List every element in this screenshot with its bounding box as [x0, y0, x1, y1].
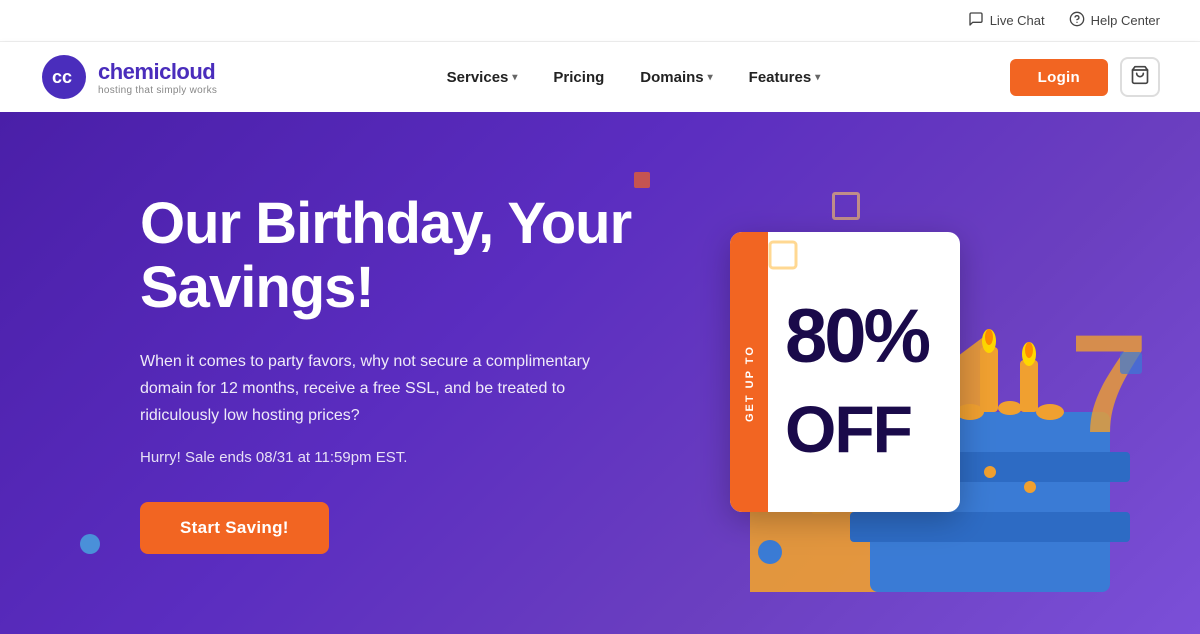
birthday-illustration: 7 GET UP T — [610, 112, 1190, 634]
svg-text:80%: 80% — [785, 294, 930, 379]
logo-tagline: hosting that simply works — [98, 85, 217, 96]
hero-section: Our Birthday, Your Savings! When it come… — [0, 112, 1200, 634]
hero-illustration: 7 GET UP T — [600, 112, 1200, 634]
hero-content: Our Birthday, Your Savings! When it come… — [140, 192, 660, 554]
logo-text: chemicloud hosting that simply works — [98, 59, 217, 96]
deco-circle-1 — [80, 534, 100, 554]
logo-name: chemicloud — [98, 59, 217, 85]
live-chat-label: Live Chat — [990, 13, 1045, 28]
services-chevron-icon: ▾ — [512, 72, 517, 83]
help-center-label: Help Center — [1091, 13, 1160, 28]
nav-features[interactable]: Features ▾ — [735, 61, 835, 94]
features-label: Features — [749, 69, 812, 86]
start-saving-button[interactable]: Start Saving! — [140, 502, 329, 554]
live-chat-link[interactable]: Live Chat — [968, 11, 1045, 30]
cart-button[interactable] — [1120, 57, 1160, 97]
hero-description: When it comes to party favors, why not s… — [140, 348, 600, 430]
nav-pricing[interactable]: Pricing — [539, 61, 618, 94]
logo-icon: cc — [40, 53, 88, 101]
nav-domains[interactable]: Domains ▾ — [626, 61, 726, 94]
svg-text:7: 7 — [1070, 305, 1148, 462]
features-chevron-icon: ▾ — [815, 72, 820, 83]
svg-text:cc: cc — [52, 67, 72, 87]
chat-icon — [968, 11, 984, 30]
domains-label: Domains — [640, 69, 703, 86]
hero-title: Our Birthday, Your Savings! — [140, 192, 660, 320]
help-icon — [1069, 11, 1085, 30]
nav-actions: Login — [1010, 57, 1160, 97]
nav-services[interactable]: Services ▾ — [433, 61, 532, 94]
logo[interactable]: cc chemicloud hosting that simply works — [40, 53, 217, 101]
hero-urgency: Hurry! Sale ends 08/31 at 11:59pm EST. — [140, 449, 660, 466]
domains-chevron-icon: ▾ — [708, 72, 713, 83]
main-navbar: cc chemicloud hosting that simply works … — [0, 42, 1200, 112]
pricing-label: Pricing — [553, 69, 604, 86]
svg-text:OFF: OFF — [785, 392, 911, 466]
nav-links: Services ▾ Pricing Domains ▾ Features ▾ — [257, 61, 1009, 94]
login-button[interactable]: Login — [1010, 59, 1108, 96]
top-utility-bar: Live Chat Help Center — [0, 0, 1200, 42]
svg-text:GET UP TO: GET UP TO — [744, 345, 756, 422]
cart-icon — [1130, 65, 1150, 90]
help-center-link[interactable]: Help Center — [1069, 11, 1160, 30]
services-label: Services — [447, 69, 509, 86]
